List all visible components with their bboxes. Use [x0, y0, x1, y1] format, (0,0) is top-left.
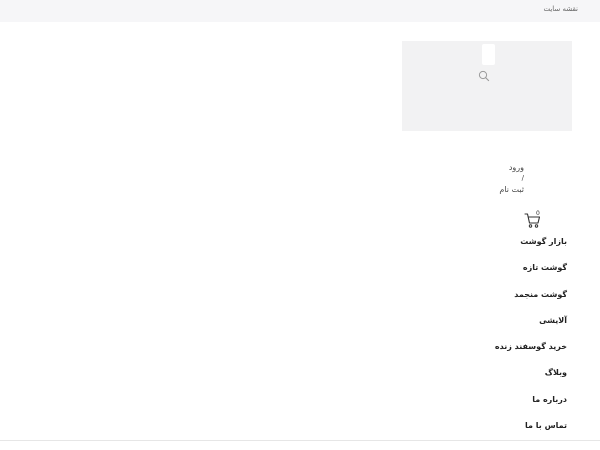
- login-link[interactable]: ورود: [470, 162, 524, 173]
- nav-item-live-sheep[interactable]: خرید گوسفند زنده: [440, 340, 567, 366]
- bottom-divider: [0, 440, 600, 441]
- search-input[interactable]: [482, 44, 495, 65]
- nav-item-offal[interactable]: آلایشی: [440, 314, 567, 340]
- cart-button[interactable]: 0: [524, 210, 544, 228]
- nav-item-meat-market[interactable]: بازار گوشت: [440, 235, 567, 261]
- nav-item-about[interactable]: درباره ما: [440, 393, 567, 419]
- main-nav: بازار گوشت گوشت تازه گوشت منجمد آلایشی خ…: [440, 235, 567, 445]
- top-bar: نقشه سایت: [0, 0, 600, 22]
- search-icon[interactable]: [478, 70, 490, 82]
- nav-item-fresh-meat[interactable]: گوشت تازه: [440, 261, 567, 287]
- cart-count-badge: 0: [536, 210, 540, 217]
- sitemap-link[interactable]: نقشه سایت: [543, 5, 578, 13]
- nav-item-blog[interactable]: وبلاگ: [440, 366, 567, 392]
- register-link[interactable]: ثبت نام: [470, 184, 524, 195]
- auth-links: ورود / ثبت نام: [470, 162, 524, 195]
- search-box: [402, 41, 572, 131]
- auth-separator: /: [521, 174, 524, 182]
- nav-item-contact[interactable]: تماس با ما: [440, 419, 567, 445]
- nav-item-frozen-meat[interactable]: گوشت منجمد: [440, 288, 567, 314]
